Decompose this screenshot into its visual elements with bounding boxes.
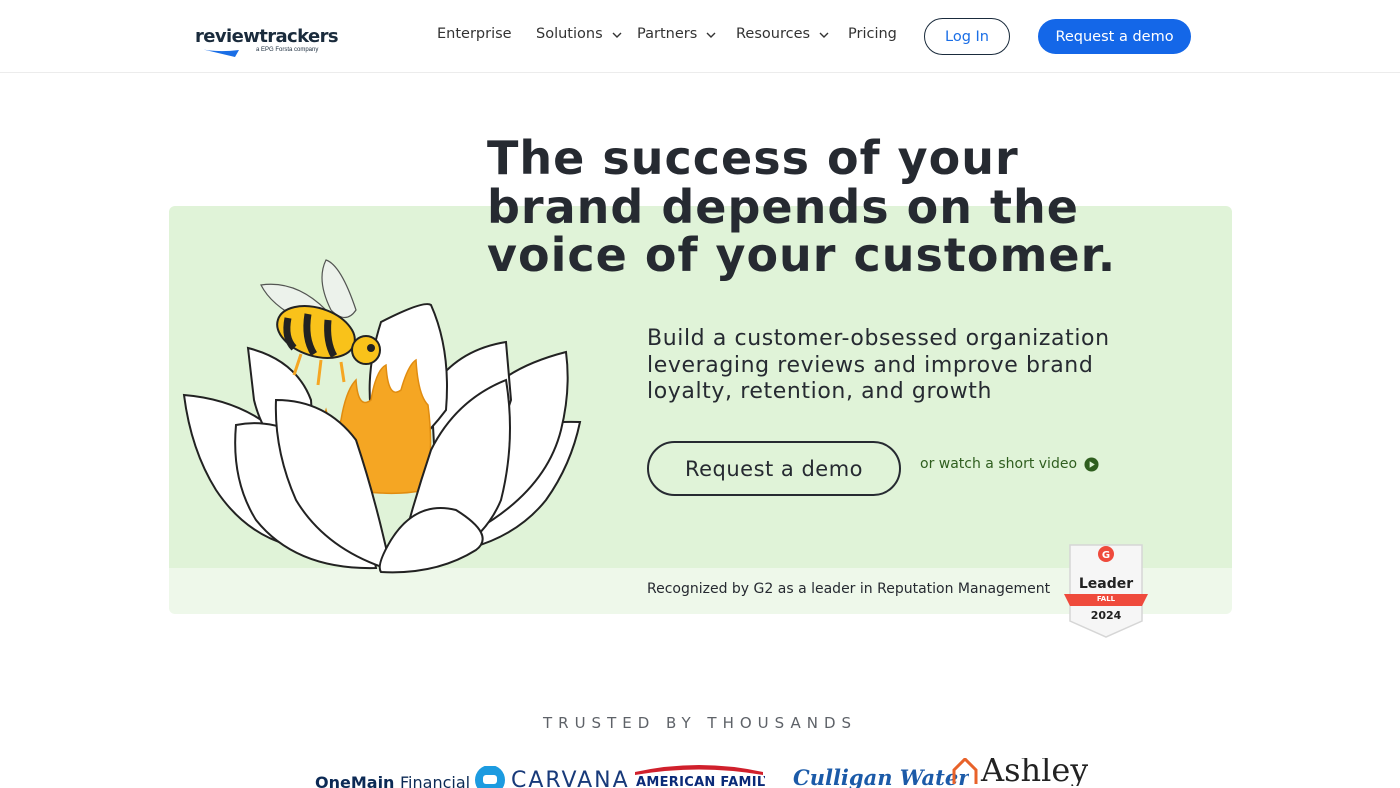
- reviewtrackers-logo[interactable]: reviewtrackers a EPG Forsta company: [195, 26, 339, 62]
- svg-text:G: G: [1102, 550, 1110, 561]
- request-demo-header-button[interactable]: Request a demo: [1038, 19, 1191, 54]
- nav-resources-label: Resources: [736, 26, 811, 42]
- badge-leader-label: Leader: [1078, 576, 1134, 592]
- nav-partners[interactable]: Partners: [637, 26, 717, 42]
- nav-resources[interactable]: Resources: [736, 26, 830, 42]
- site-header: reviewtrackers a EPG Forsta company Ente…: [0, 0, 1400, 73]
- onemain-logo-text: OneMain: [315, 773, 395, 788]
- play-icon: [1084, 456, 1099, 472]
- onemain-logo: OneMain Financial: [315, 773, 470, 788]
- nav-solutions-label: Solutions: [536, 26, 603, 42]
- carvana-logo-text: CARVANA: [511, 767, 630, 788]
- g2-leader-badge: G Leader FALL 2024: [1063, 543, 1149, 639]
- trusted-heading: TRUSTED BY THOUSANDS: [542, 714, 858, 732]
- onemain-logo-suffix: Financial: [400, 773, 471, 788]
- carvana-car-icon: [475, 766, 505, 788]
- badge-year-label: 2024: [1090, 609, 1122, 622]
- ashley-logo: Ashley: [951, 758, 1088, 786]
- american-family-swoosh-icon: [635, 765, 763, 775]
- badge-season-label: FALL: [1096, 595, 1116, 603]
- nav-partners-label: Partners: [637, 26, 698, 42]
- request-demo-hero-button[interactable]: Request a demo: [647, 441, 901, 496]
- hero-subtitle: Build a customer-obsessed organization l…: [647, 326, 1110, 404]
- chevron-down-icon: [706, 32, 716, 38]
- american-family-logo-text: AMERICAN FAMILY: [636, 775, 765, 788]
- logo-swoosh-icon: [197, 48, 239, 57]
- nav-pricing-label: Pricing: [848, 26, 897, 42]
- bee-lotus-illustration: [182, 259, 582, 574]
- g2-recognition-text: Recognized by G2 as a leader in Reputati…: [647, 581, 1051, 597]
- nav-pricing[interactable]: Pricing: [848, 26, 897, 42]
- ashley-logo-text: Ashley: [981, 758, 1089, 786]
- nav-enterprise-label: Enterprise: [437, 26, 512, 42]
- chevron-down-icon: [612, 32, 622, 38]
- ashley-house-icon: [952, 758, 978, 784]
- nav-solutions[interactable]: Solutions: [536, 26, 623, 42]
- watch-video-link[interactable]: or watch a short video: [920, 456, 1099, 472]
- hero-title: The success of your brand depends on the…: [487, 131, 1117, 282]
- american-family-logo: AMERICAN FAMILY: [633, 762, 765, 788]
- nav-enterprise[interactable]: Enterprise: [437, 26, 512, 42]
- watch-video-label: or watch a short video: [920, 456, 1078, 472]
- carvana-logo: CARVANA: [475, 766, 630, 788]
- culligan-logo: Culligan Water: [793, 765, 970, 788]
- login-button[interactable]: Log In: [924, 18, 1010, 55]
- chevron-down-icon: [819, 32, 829, 38]
- logo-subtext: a EPG Forsta company: [256, 47, 319, 53]
